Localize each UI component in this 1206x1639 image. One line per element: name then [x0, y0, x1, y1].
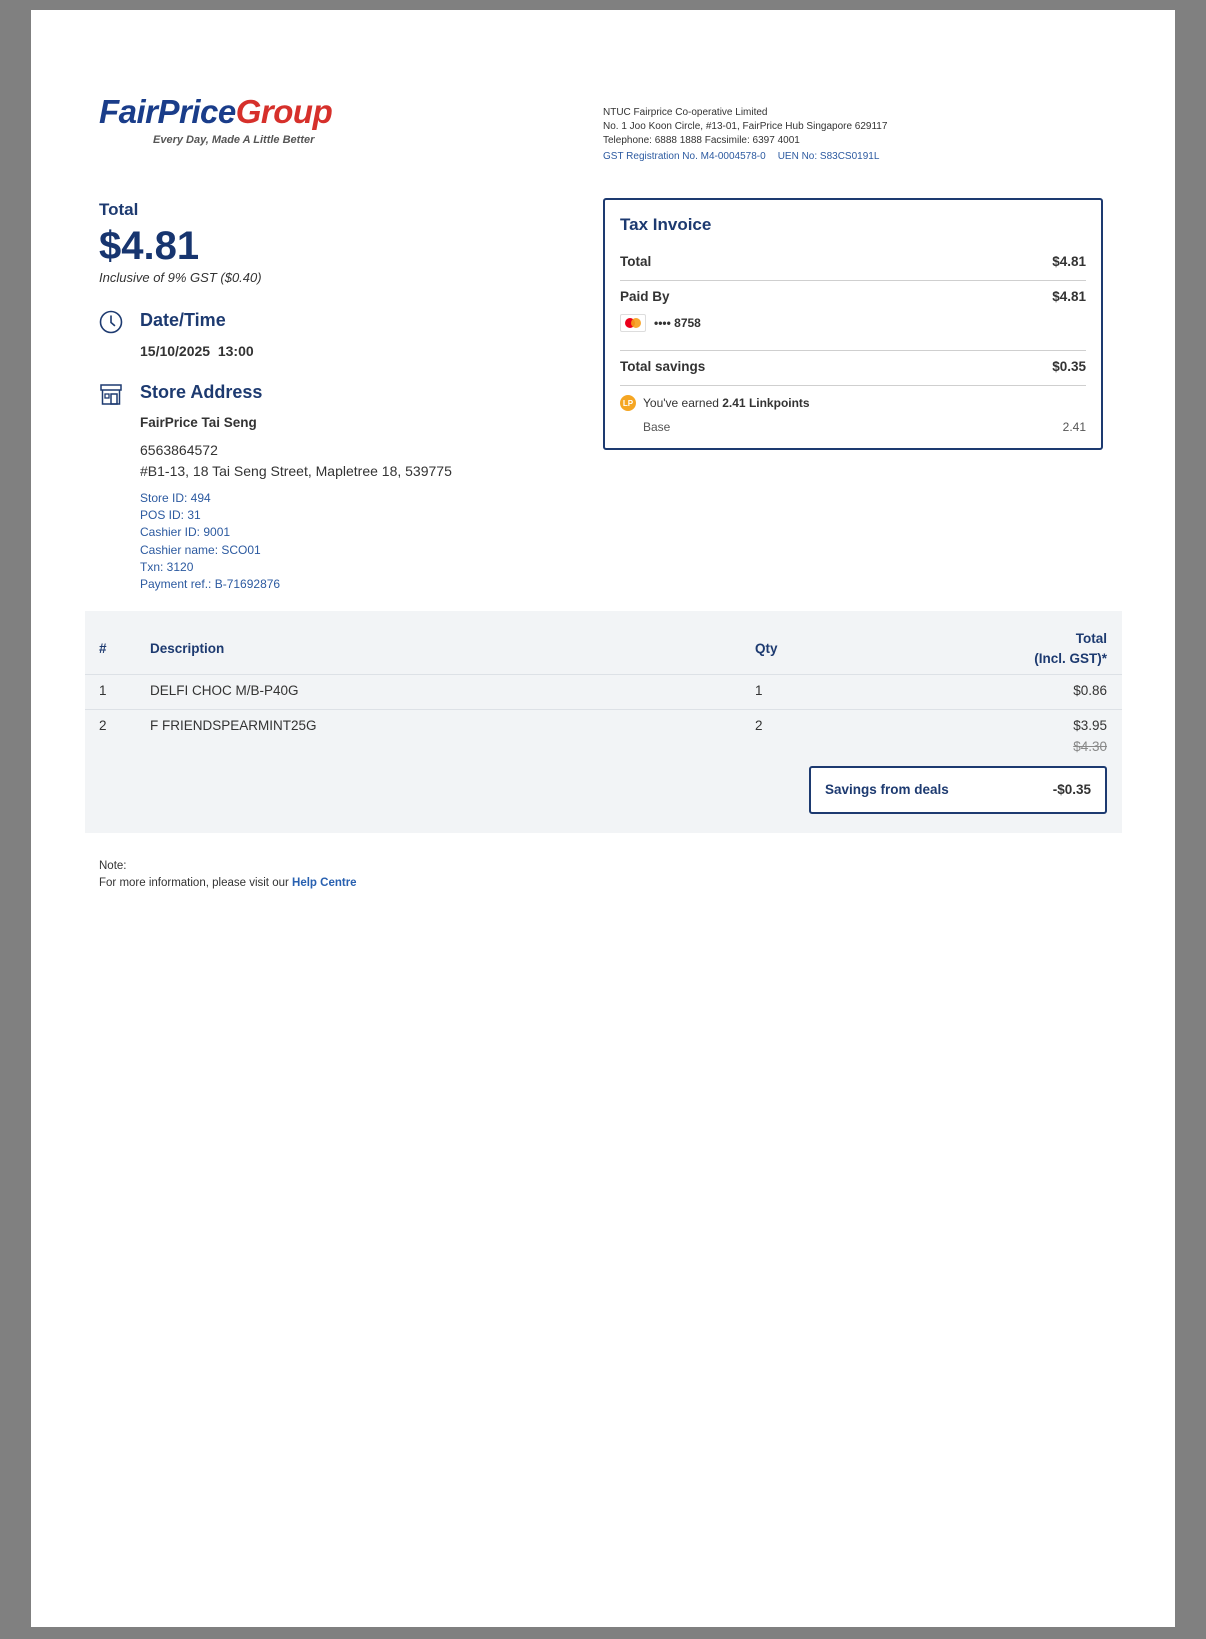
cashier-id: Cashier ID: 9001 — [140, 525, 231, 540]
help-centre-link[interactable]: Help Centre — [292, 877, 357, 889]
row-2-description: F FRIENDSPEARMINT25G — [150, 718, 317, 733]
logo-text-group: Group — [235, 93, 333, 130]
total-label: Total — [99, 200, 139, 219]
logo-text-fairprice: FairPrice — [99, 93, 236, 130]
store-icon — [99, 382, 123, 406]
row-1-total: $0.86 — [1073, 683, 1107, 698]
note-text: For more information, please visit our — [99, 877, 293, 889]
payment-card: •••• 8758 — [620, 314, 701, 332]
store-phone: 6563864572 — [140, 442, 218, 458]
linkpoints-prefix: You've earned — [643, 396, 723, 410]
store-name: FairPrice Tai Seng — [140, 415, 257, 430]
datetime-value: 15/10/2025 13:00 — [140, 343, 254, 359]
receipt-page: FairPriceGroup Every Day, Made A Little … — [31, 10, 1175, 1627]
row-1-qty: 1 — [755, 683, 763, 698]
header-total: Total (Incl. GST)* — [1034, 629, 1107, 669]
clock-icon — [99, 310, 123, 334]
txn-number: Txn: 3120 — [140, 559, 194, 574]
row-2-qty: 2 — [755, 718, 763, 733]
base-row: Base 2.41 — [643, 420, 1086, 434]
footer-note: Note: For more information, please visit… — [99, 858, 357, 892]
payment-ref: Payment ref.: B-71692876 — [140, 577, 281, 592]
row-divider — [85, 674, 1122, 675]
row-divider — [85, 709, 1122, 710]
header-qty: Qty — [755, 641, 778, 656]
divider — [620, 350, 1086, 351]
total-savings-label: Total savings — [620, 359, 706, 374]
header-index: # — [99, 641, 107, 656]
gst-note: Inclusive of 9% GST ($0.40) — [99, 270, 262, 285]
fairprice-group-logo: FairPriceGroup — [99, 93, 333, 130]
row-1-index: 1 — [99, 683, 107, 698]
row-2-index: 2 — [99, 718, 107, 733]
store-address-title: Store Address — [140, 382, 263, 402]
savings-from-deals-value: -$0.35 — [1052, 782, 1091, 797]
paid-by-label: Paid By — [620, 289, 670, 304]
total-savings-value: $0.35 — [1052, 359, 1086, 374]
linkpoints-row: LP You've earned 2.41 Linkpoints — [620, 395, 810, 411]
divider — [620, 385, 1086, 386]
store-id: Store ID: 494 — [140, 491, 211, 505]
datetime-title: Date/Time — [140, 310, 226, 330]
row-1-description: DELFI CHOC M/B-P40G — [150, 683, 299, 698]
savings-from-deals-box: Savings from deals -$0.35 — [809, 766, 1107, 814]
store-address: #B1-13, 18 Tai Seng Street, Mapletree 18… — [140, 463, 452, 479]
tax-invoice-box: Tax Invoice Total $4.81 Paid By $4.81 ••… — [603, 198, 1103, 450]
base-label: Base — [643, 420, 671, 434]
transaction-meta: Store ID: 494 POS ID: 31 Cashier ID: 900… — [140, 490, 280, 593]
cashier-name: Cashier name: SCO01 — [140, 542, 261, 557]
header-total-line2: (Incl. GST)* — [1034, 651, 1107, 666]
tax-total-value: $4.81 — [1052, 254, 1086, 269]
pos-id: POS ID: 31 — [140, 508, 201, 523]
base-value: 2.41 — [1062, 420, 1086, 434]
row-2-total: $3.95 — [1073, 718, 1107, 733]
savings-from-deals-label: Savings from deals — [825, 782, 949, 797]
row-2-original-price: $4.30 — [1073, 739, 1107, 754]
tax-total-row: Total $4.81 — [620, 254, 1086, 269]
header-total-line1: Total — [1075, 631, 1107, 646]
note-text-line: For more information, please visit our H… — [99, 875, 357, 892]
card-number: •••• 8758 — [654, 316, 701, 330]
header-description: Description — [150, 641, 225, 656]
linkpoints-icon: LP — [620, 395, 636, 411]
mastercard-icon — [620, 314, 646, 332]
total-amount: $4.81 — [99, 224, 200, 268]
gst-registration: GST Registration No. M4-0004578-0 — [603, 151, 766, 162]
paid-by-row: Paid By $4.81 — [620, 289, 1086, 304]
uen-number: UEN No: S83CS0191L — [777, 151, 880, 162]
items-table: # Description Qty Total (Incl. GST)* 1 D… — [85, 611, 1122, 833]
company-info: NTUC Fairprice Co-operative Limited No. … — [603, 106, 887, 164]
tax-total-label: Total — [620, 254, 652, 269]
company-contact: Telephone: 6888 1888 Facsimile: 6397 400… — [603, 135, 800, 146]
divider — [620, 280, 1086, 281]
company-address: No. 1 Joo Koon Circle, #13-01, FairPrice… — [603, 121, 888, 132]
total-savings-row: Total savings $0.35 — [620, 359, 1086, 374]
tax-invoice-title: Tax Invoice — [620, 215, 712, 234]
company-registration: GST Registration No. M4-0004578-0 UEN No:… — [603, 150, 887, 164]
logo-tagline: Every Day, Made A Little Better — [153, 134, 315, 146]
company-name: NTUC Fairprice Co-operative Limited — [603, 107, 768, 118]
linkpoints-value: 2.41 Linkpoints — [722, 396, 810, 410]
paid-by-value: $4.81 — [1052, 289, 1086, 304]
note-label: Note: — [99, 860, 127, 872]
